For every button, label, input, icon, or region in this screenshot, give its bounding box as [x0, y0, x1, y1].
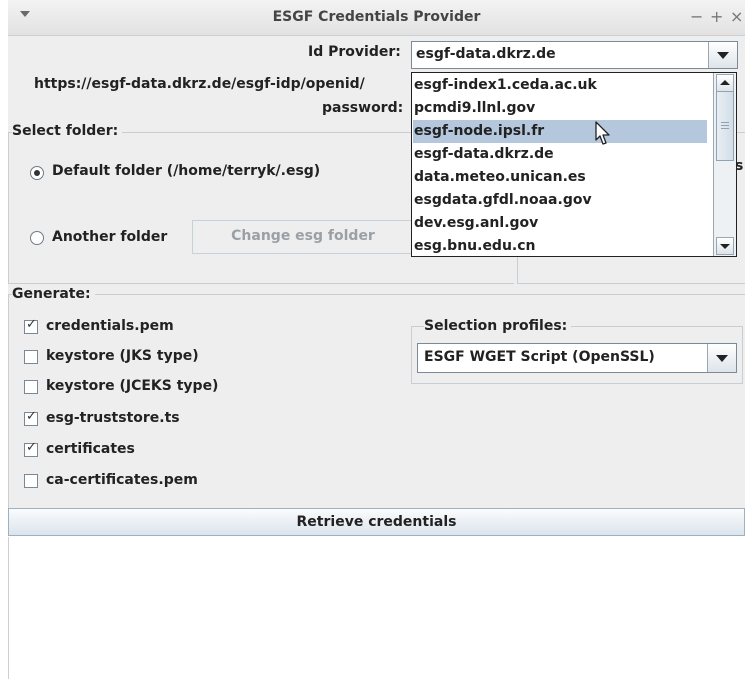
dropdown-scrollbar[interactable]	[713, 73, 736, 256]
scroll-down-button[interactable]	[716, 237, 734, 255]
checkmark-icon: ✓	[26, 409, 37, 424]
credentials-pem-label: credentials.pem	[46, 318, 174, 334]
selection-profiles-arrow-button[interactable]	[707, 344, 736, 372]
certificates-label: certificates	[46, 441, 135, 457]
select-folder-title: Select folder:	[12, 123, 123, 139]
chevron-down-icon	[717, 52, 729, 59]
another-folder-radio[interactable]	[30, 231, 44, 245]
mouse-pointer-icon	[595, 121, 610, 145]
window-title: ESGF Credentials Provider	[272, 9, 481, 25]
id-provider-label: Id Provider:	[308, 44, 401, 60]
selection-profiles-value: ESGF WGET Script (OpenSSL)	[424, 349, 655, 365]
openid-text: https://esgf-data.dkrz.de/esgf-idp/openi…	[34, 76, 365, 92]
id-provider-dropdown-list[interactable]: esgf-index1.ceda.ac.uk pcmdi9.llnl.gov e…	[411, 72, 737, 257]
keystore-jceks-label: keystore (JCEKS type)	[46, 378, 219, 394]
id-provider-combo[interactable]: esgf-data.dkrz.de	[411, 41, 738, 69]
selection-profiles-combo[interactable]: ESGF WGET Script (OpenSSL)	[417, 343, 737, 373]
dropdown-item[interactable]: esgf-data.dkrz.de	[413, 143, 707, 166]
certificates-checkbox[interactable]: ✓	[24, 440, 38, 457]
checkmark-icon: ✓	[26, 440, 37, 455]
id-provider-arrow-button[interactable]	[708, 42, 737, 68]
id-provider-value: esgf-data.dkrz.de	[416, 46, 556, 62]
dropdown-item[interactable]: esg.bnu.edu.cn	[413, 235, 707, 256]
generate-title: Generate:	[12, 286, 95, 302]
default-folder-label: Default folder (/home/terryk/.esg)	[52, 163, 321, 179]
retrieve-credentials-button[interactable]: Retrieve credentials	[8, 508, 745, 536]
esg-truststore-label: esg-truststore.ts	[46, 410, 180, 426]
close-button[interactable]: ×	[730, 7, 743, 26]
keystore-jks-label: keystore (JKS type)	[46, 348, 199, 364]
dropdown-item[interactable]: pcmdi9.llnl.gov	[413, 97, 707, 120]
chevron-up-icon	[720, 80, 730, 85]
app-window: ESGF Credentials Provider − + × Id Provi…	[8, 0, 745, 679]
change-folder-button[interactable]: Change esg folder	[192, 220, 414, 254]
keystore-jks-checkbox[interactable]	[24, 350, 38, 364]
esg-truststore-checkbox[interactable]: ✓	[24, 409, 38, 426]
minimize-button[interactable]: −	[690, 7, 703, 26]
scrollbar-thumb[interactable]	[716, 91, 734, 161]
ca-certificates-label: ca-certificates.pem	[46, 472, 198, 488]
keystore-jceks-checkbox[interactable]	[24, 380, 38, 394]
credentials-pem-checkbox[interactable]: ✓	[24, 317, 38, 334]
dropdown-item[interactable]: esgf-index1.ceda.ac.uk	[413, 74, 707, 97]
dropdown-item[interactable]: dev.esg.anl.gov	[413, 212, 707, 235]
default-folder-radio[interactable]	[30, 166, 44, 180]
checkmark-icon: ✓	[26, 317, 37, 332]
chevron-down-icon	[720, 244, 730, 249]
title-bar: ESGF Credentials Provider − + ×	[8, 0, 745, 36]
another-folder-label: Another folder	[52, 229, 168, 245]
output-text-area[interactable]	[8, 537, 745, 679]
password-label: password:	[322, 100, 404, 116]
dropdown-item-highlighted[interactable]: esgf-node.ipsl.fr	[413, 120, 707, 143]
ca-certificates-checkbox[interactable]	[24, 474, 38, 488]
scroll-up-button[interactable]	[716, 74, 734, 92]
selection-profiles-title: Selection profiles:	[424, 318, 572, 334]
chevron-down-icon	[716, 355, 728, 362]
dropdown-item[interactable]: esgdata.gfdl.noaa.gov	[413, 189, 707, 212]
maximize-button[interactable]: +	[710, 7, 723, 26]
dropdown-item[interactable]: data.meteo.unican.es	[413, 166, 707, 189]
